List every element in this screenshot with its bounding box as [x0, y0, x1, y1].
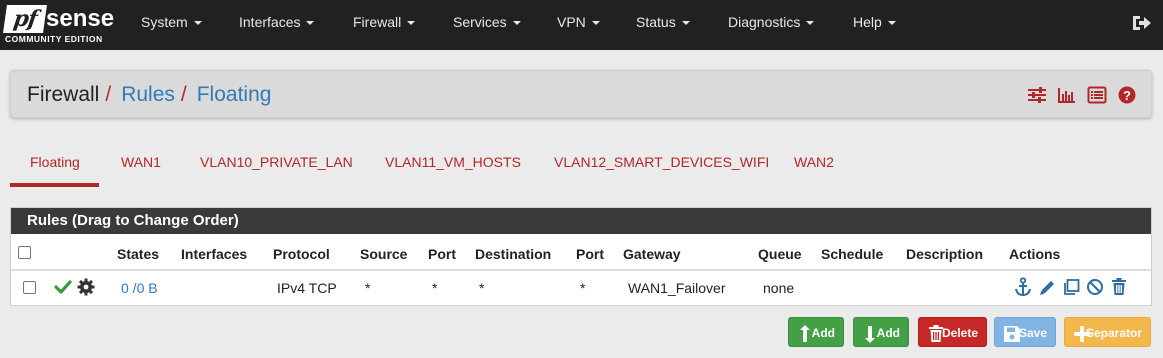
breadcrumb-separator: /	[180, 83, 187, 106]
logo-sense: sense	[46, 5, 115, 32]
trash-icon[interactable]	[1110, 277, 1128, 297]
row-checkbox[interactable]	[23, 281, 36, 294]
nav-firewall[interactable]: Firewall	[353, 0, 416, 50]
nav-interfaces[interactable]: Interfaces	[239, 0, 315, 50]
select-all-checkbox[interactable]	[18, 246, 31, 259]
col-queue: Queue	[758, 246, 802, 262]
help-icon[interactable]: ?	[1117, 86, 1137, 104]
anchor-icon[interactable]	[1014, 277, 1032, 297]
caret-down-icon	[306, 21, 315, 26]
sliders-icon[interactable]	[1027, 86, 1047, 104]
col-actions: Actions	[1009, 246, 1061, 262]
nav-help[interactable]: Help	[853, 0, 896, 50]
row-queue: none	[763, 280, 795, 296]
col-states: States	[117, 246, 160, 262]
nav-label: Firewall	[353, 14, 402, 30]
nav-label: Services	[453, 14, 507, 30]
col-destination-port: Port	[576, 246, 604, 262]
save-button[interactable]: Save	[994, 317, 1056, 347]
nav-label: Diagnostics	[728, 14, 801, 30]
col-gateway: Gateway	[623, 246, 681, 262]
add-bottom-button[interactable]: Add	[853, 317, 909, 347]
breadcrumb-rules[interactable]: Rules	[121, 83, 175, 106]
tab-floating[interactable]: Floating	[10, 146, 99, 187]
nav-diagnostics[interactable]: Diagnostics	[728, 0, 815, 50]
top-navbar: pf sense COMMUNITY EDITION System Interf…	[0, 0, 1163, 50]
nav-system[interactable]: System	[141, 0, 202, 50]
logout-icon[interactable]	[1131, 13, 1153, 33]
row-protocol: IPv4 TCP	[277, 280, 337, 296]
gear-icon[interactable]	[77, 278, 95, 296]
tab-wan1[interactable]: WAN1	[121, 146, 161, 187]
nav-services[interactable]: Services	[453, 0, 521, 50]
breadcrumb-floating[interactable]: Floating	[197, 83, 272, 106]
header-divider	[11, 269, 1151, 271]
row-source-port: *	[432, 280, 438, 296]
svg-text:?: ?	[1123, 88, 1131, 103]
col-description: Description	[906, 246, 984, 262]
row-gateway: WAN1_Failover	[628, 280, 726, 296]
col-protocol: Protocol	[273, 246, 330, 262]
header-icons: ?	[1021, 86, 1137, 104]
caret-down-icon	[407, 21, 416, 26]
col-source-port: Port	[428, 246, 456, 262]
nav-label: Status	[636, 14, 676, 30]
caret-down-icon	[512, 21, 521, 26]
caret-down-icon	[591, 21, 600, 26]
tab-vlan11-vm-hosts[interactable]: VLAN11_VM_HOSTS	[385, 146, 521, 187]
row-actions	[1014, 277, 1130, 297]
logo-pf: pf	[3, 5, 47, 33]
col-schedule: Schedule	[821, 246, 884, 262]
tab-wan2[interactable]: WAN2	[794, 146, 834, 187]
save-label: Save	[1018, 326, 1047, 340]
list-icon[interactable]	[1087, 86, 1107, 104]
tab-vlan10-private-lan[interactable]: VLAN10_PRIVATE_LAN	[200, 146, 353, 187]
caret-down-icon	[806, 21, 815, 26]
delete-label: Delete	[941, 326, 978, 340]
pencil-icon[interactable]	[1038, 277, 1056, 297]
col-destination: Destination	[475, 246, 552, 262]
nav-label: Help	[853, 14, 882, 30]
row-destination: *	[479, 280, 485, 296]
nav-label: VPN	[557, 14, 586, 30]
add-bottom-label: Add	[876, 326, 900, 340]
nav-label: System	[141, 14, 188, 30]
check-icon	[54, 278, 72, 296]
add-top-label: Add	[811, 326, 835, 340]
breadcrumb-separator: /	[105, 83, 112, 106]
rules-panel: Rules (Drag to Change Order) States Inte…	[10, 207, 1152, 306]
nav-vpn[interactable]: VPN	[557, 0, 600, 50]
breadcrumb: Firewall / Rules / Floating	[27, 83, 271, 107]
row-states[interactable]: 0 /0 B	[121, 280, 158, 296]
caret-down-icon	[887, 21, 896, 26]
rules-panel-title: Rules (Drag to Change Order)	[11, 208, 1151, 234]
caret-down-icon	[193, 21, 202, 26]
tab-vlan12-smart-devices-wifi[interactable]: VLAN12_SMART_DEVICES_WIFI	[554, 146, 769, 187]
separator-label: Separator	[1085, 326, 1142, 340]
separator-button[interactable]: Separator	[1064, 317, 1151, 347]
bar-chart-icon[interactable]	[1057, 86, 1077, 104]
pfsense-logo[interactable]: pf sense COMMUNITY EDITION	[3, 5, 115, 45]
breadcrumb-firewall: Firewall	[27, 83, 100, 106]
row-destination-port: *	[580, 280, 586, 296]
nav-label: Interfaces	[239, 14, 301, 30]
disable-icon[interactable]	[1086, 277, 1104, 297]
copy-icon[interactable]	[1062, 277, 1080, 297]
col-source: Source	[360, 246, 408, 262]
caret-down-icon	[681, 21, 690, 26]
row-source: *	[365, 280, 371, 296]
col-interfaces: Interfaces	[181, 246, 248, 262]
logo-edition: COMMUNITY EDITION	[5, 34, 103, 44]
add-top-button[interactable]: Add	[788, 317, 844, 347]
nav-status[interactable]: Status	[636, 0, 690, 50]
delete-button[interactable]: Delete	[918, 317, 987, 347]
breadcrumb-panel: Firewall / Rules / Floating ?	[10, 70, 1152, 118]
